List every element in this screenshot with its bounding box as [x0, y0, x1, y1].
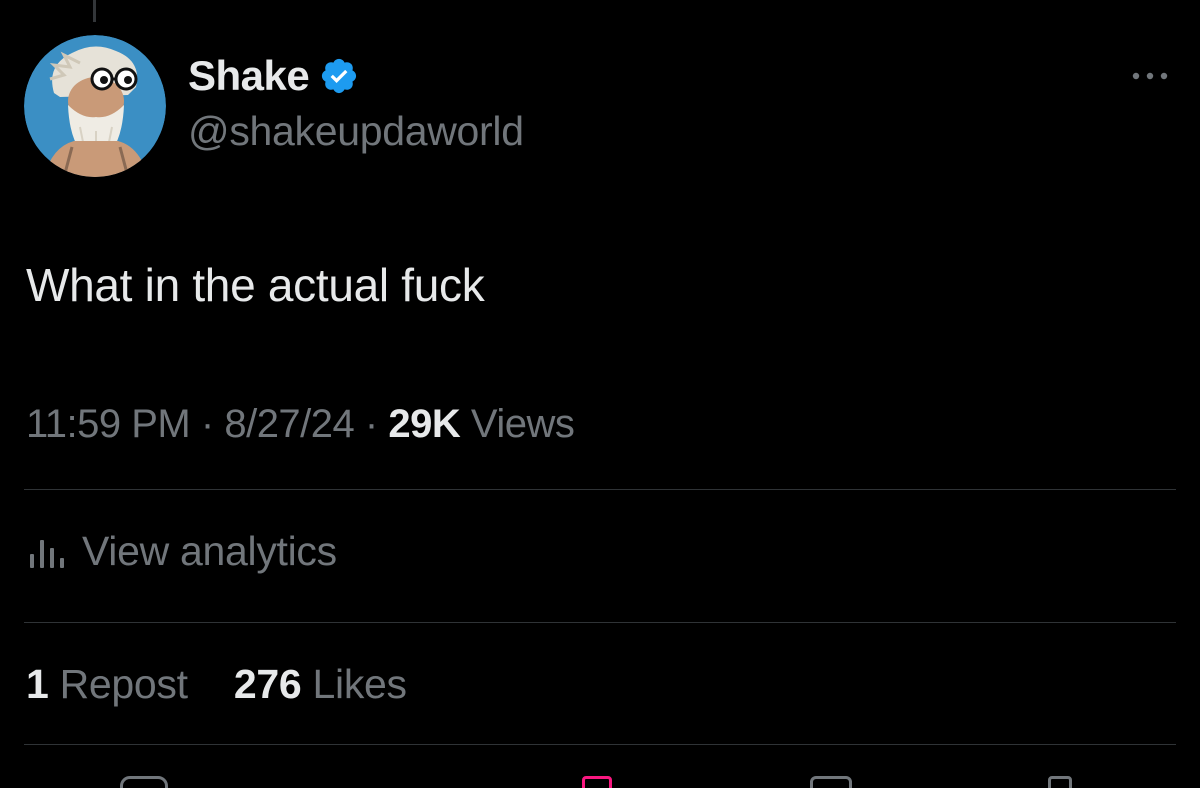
avatar-illustration	[24, 35, 166, 177]
author-name-row: Shake	[188, 50, 524, 102]
author-display-name[interactable]: Shake	[188, 52, 310, 100]
tweet-text: What in the actual fuck	[26, 259, 485, 311]
divider	[24, 744, 1176, 745]
likes-stat[interactable]: 276 Likes	[234, 661, 407, 707]
tweet-meta: 11:59 PM · 8/27/24 · 29K Views	[26, 402, 575, 447]
like-icon[interactable]	[582, 776, 612, 788]
bar-chart-icon	[30, 539, 64, 568]
author-handle[interactable]: @shakeupdaworld	[188, 108, 524, 155]
view-analytics-link[interactable]: View analytics	[28, 528, 337, 575]
reply-icon[interactable]	[120, 776, 168, 788]
avatar[interactable]	[24, 35, 166, 177]
views-label: Views	[470, 402, 575, 446]
engagement-stats: 1 Repost 276 Likes	[26, 661, 407, 708]
divider	[24, 622, 1176, 623]
bookmark-icon[interactable]	[810, 776, 852, 788]
thread-line	[93, 0, 96, 22]
tweet-date[interactable]: 8/27/24	[224, 402, 354, 446]
reposts-label: Repost	[59, 661, 188, 707]
verified-badge-icon[interactable]	[319, 56, 359, 96]
more-options-icon[interactable]	[1130, 66, 1170, 86]
likes-label: Likes	[312, 661, 408, 707]
meta-separator: ·	[200, 402, 214, 446]
likes-count: 276	[233, 661, 302, 707]
tweet-author: Shake @shakeupdaworld	[188, 50, 524, 155]
divider	[24, 489, 1176, 490]
reposts-count: 1	[26, 661, 49, 707]
meta-separator: ·	[364, 402, 378, 446]
reposts-stat[interactable]: 1 Repost	[26, 661, 199, 707]
views-count: 29K	[388, 402, 461, 446]
view-analytics-label: View analytics	[82, 528, 337, 574]
share-icon[interactable]	[1048, 776, 1072, 788]
tweet-time[interactable]: 11:59 PM	[26, 402, 191, 446]
